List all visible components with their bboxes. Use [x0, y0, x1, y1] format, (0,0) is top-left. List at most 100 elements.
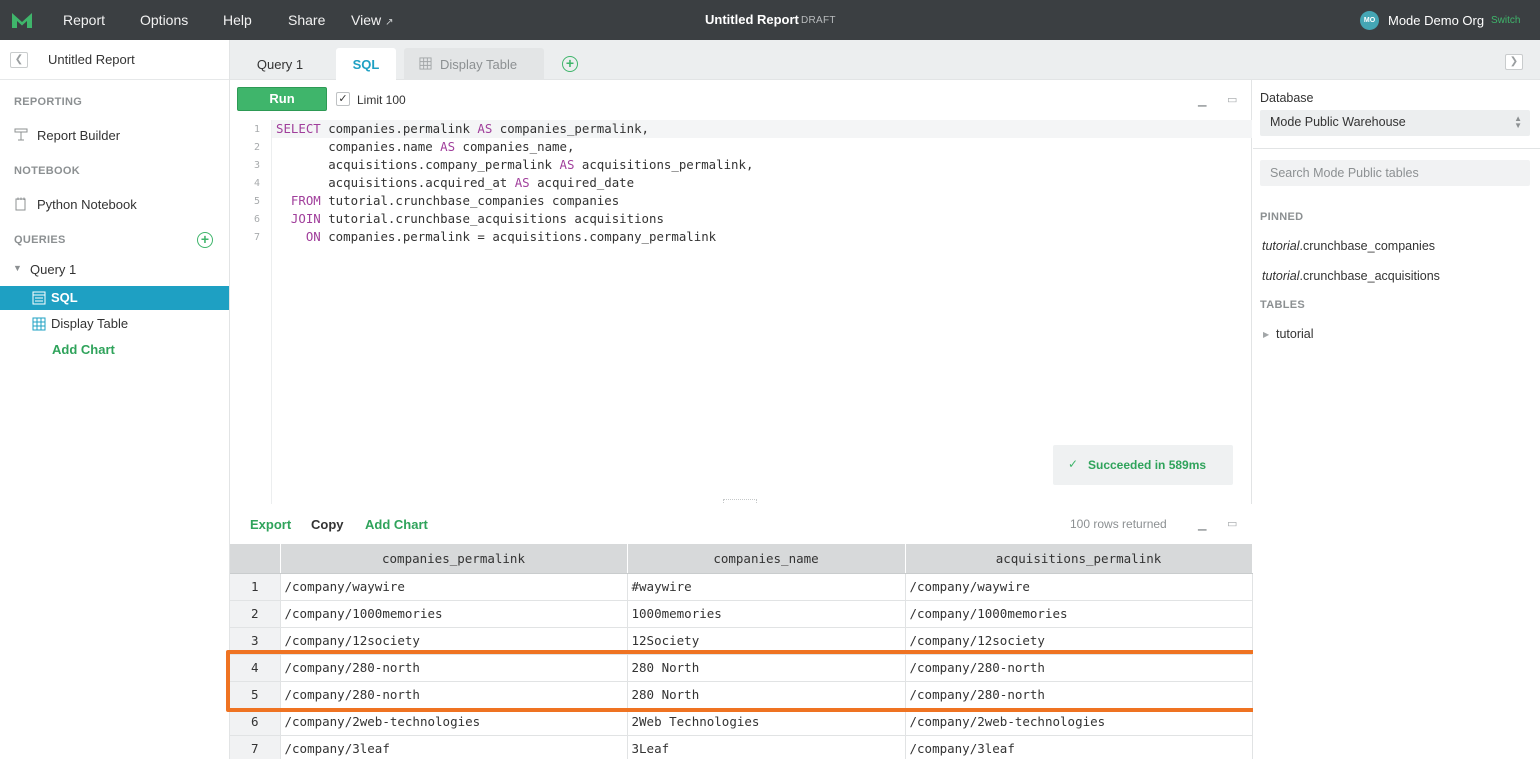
tab-sql[interactable]: SQL [336, 48, 396, 80]
table-cell[interactable]: /company/3leaf [280, 735, 628, 759]
org-name[interactable]: Mode Demo Org [1388, 13, 1484, 28]
schema-name: tutorial [1262, 239, 1300, 253]
sql-editor-panel: Run ✓ Limit 100 ▁ ▭ 1 2 3 4 5 6 7 SELECT… [230, 80, 1252, 507]
table-cell[interactable]: /company/2web-technologies [905, 708, 1253, 736]
draft-badge: DRAFT [801, 15, 836, 26]
line-number: 3 [253, 160, 260, 171]
sql-editor-icon [32, 291, 46, 305]
table-cell[interactable]: /company/2web-technologies [280, 708, 628, 736]
table-cell[interactable]: 280 North [627, 654, 906, 682]
sidebar-item-display-table[interactable]: Display Table [0, 312, 229, 336]
column-header[interactable]: acquisitions_permalink [905, 544, 1253, 574]
table-cell[interactable]: 12Society [627, 627, 906, 655]
line-gutter: 1 2 3 4 5 6 7 [230, 120, 272, 504]
mode-logo-icon[interactable] [11, 10, 33, 30]
caret-right-icon[interactable]: ▶ [1263, 330, 1269, 339]
row-index-cell[interactable]: 5 [230, 681, 281, 709]
sidebar-item-label: Query 1 [30, 262, 77, 277]
sql-keyword: SELECT [276, 121, 321, 136]
table-cell[interactable]: /company/280-north [280, 681, 628, 709]
minimize-icon[interactable]: ▁ [1198, 94, 1206, 107]
sidebar-item-python-notebook[interactable]: Python Notebook [0, 193, 229, 217]
pinned-table-item[interactable]: tutorial.crunchbase_acquisitions [1262, 269, 1440, 283]
maximize-icon[interactable]: ▭ [1227, 517, 1237, 530]
table-cell[interactable]: /company/1000memories [280, 600, 628, 628]
menu-report[interactable]: Report [63, 12, 105, 28]
minimize-icon[interactable]: ▁ [1198, 518, 1206, 531]
table-cell[interactable]: #waywire [627, 573, 906, 601]
collapse-sidebar-icon[interactable]: ❮ [10, 52, 28, 68]
sidebar-add-chart-link[interactable]: Add Chart [52, 342, 115, 357]
table-search-input[interactable] [1260, 160, 1530, 186]
table-cell[interactable]: /company/280-north [905, 654, 1253, 682]
table-cell[interactable]: 1000memories [627, 600, 906, 628]
query-status-text: Succeeded in 589ms [1088, 458, 1207, 472]
org-avatar[interactable]: MO [1360, 11, 1379, 30]
sql-text: companies_permalink, [492, 121, 649, 136]
sidebar-item-report-builder[interactable]: Report Builder [0, 124, 229, 148]
row-index-cell[interactable]: 7 [230, 735, 281, 759]
caret-down-icon[interactable]: ▼ [13, 263, 22, 273]
sidebar-header: ❮ Untitled Report [0, 40, 229, 80]
sql-keyword: AS [477, 121, 493, 136]
database-select-value: Mode Public Warehouse [1270, 115, 1406, 129]
maximize-icon[interactable]: ▭ [1227, 93, 1237, 106]
menu-share[interactable]: Share [288, 12, 325, 28]
sql-text: tutorial.crunchbase_companies companies [320, 193, 620, 208]
code-line: FROM tutorial.crunchbase_companies compa… [276, 193, 619, 208]
sql-text: companies_name, [455, 139, 575, 154]
table-cell[interactable]: /company/waywire [280, 573, 628, 601]
table-cell[interactable]: /company/12society [905, 627, 1253, 655]
menu-view-label: View [351, 12, 382, 28]
table-row: 3/company/12society 12Society/company/12s… [230, 627, 1253, 655]
tab-bar: Query 1 SQL Display Table + ❯ [230, 40, 1540, 80]
menu-help[interactable]: Help [223, 12, 252, 28]
export-button[interactable]: Export [250, 517, 291, 532]
table-cell[interactable]: 2Web Technologies [627, 708, 906, 736]
add-tab-icon[interactable]: + [562, 56, 578, 72]
table-cell[interactable]: /company/1000memories [905, 600, 1253, 628]
row-index-cell[interactable]: 1 [230, 573, 281, 601]
add-chart-button[interactable]: Add Chart [365, 517, 428, 532]
table-cell[interactable]: /company/280-north [905, 681, 1253, 709]
table-header-row: companies_permalink companies_name acqui… [230, 544, 1253, 574]
table-cell[interactable]: /company/12society [280, 627, 628, 655]
row-index-cell[interactable]: 4 [230, 654, 281, 682]
sql-keyword: FROM [290, 193, 321, 208]
row-index-cell[interactable]: 3 [230, 627, 281, 655]
line-number: 5 [253, 196, 260, 207]
pinned-table-item[interactable]: tutorial.crunchbase_companies [1262, 239, 1435, 253]
sql-keyword: ON [305, 229, 321, 244]
limit-checkbox[interactable]: ✓ [336, 92, 350, 106]
menu-view[interactable]: View ↗ [351, 12, 393, 28]
sidebar-item-query-1[interactable]: ▼ Query 1 [0, 258, 229, 282]
left-sidebar: ❮ Untitled Report REPORTING Report Build… [0, 40, 230, 759]
row-index-cell[interactable]: 2 [230, 600, 281, 628]
tab-display-table[interactable]: Display Table [404, 48, 544, 80]
table-cell[interactable]: /company/3leaf [905, 735, 1253, 759]
table-cell[interactable]: /company/280-north [280, 654, 628, 682]
database-select[interactable]: Mode Public Warehouse ▲ ▼ [1260, 110, 1530, 136]
report-title[interactable]: Untitled Report [705, 12, 799, 27]
code-line: SELECT companies.permalink AS companies_… [276, 121, 649, 136]
run-button[interactable]: Run [237, 87, 327, 111]
table-cell[interactable]: 3Leaf [627, 735, 906, 759]
column-header[interactable]: companies_permalink [280, 544, 628, 574]
table-cell[interactable]: 280 North [627, 681, 906, 709]
section-queries: QUERIES [14, 234, 66, 246]
add-query-icon[interactable]: + [197, 232, 213, 248]
schema-tree-item[interactable]: tutorial [1276, 327, 1314, 341]
line-number: 1 [253, 124, 260, 135]
switch-org-link[interactable]: Switch [1491, 15, 1520, 26]
tab-query-1[interactable]: Query 1 [230, 48, 330, 80]
copy-button[interactable]: Copy [311, 517, 344, 532]
collapse-right-panel-icon[interactable]: ❯ [1505, 54, 1523, 70]
sql-text: tutorial.crunchbase_acquisitions acquisi… [320, 211, 664, 226]
table-cell[interactable]: /company/waywire [905, 573, 1253, 601]
limit-label: Limit 100 [357, 93, 406, 107]
column-header[interactable]: companies_name [627, 544, 906, 574]
sidebar-item-sql[interactable]: SQL [0, 286, 229, 310]
row-index-cell[interactable]: 6 [230, 708, 281, 736]
menu-options[interactable]: Options [140, 12, 188, 28]
